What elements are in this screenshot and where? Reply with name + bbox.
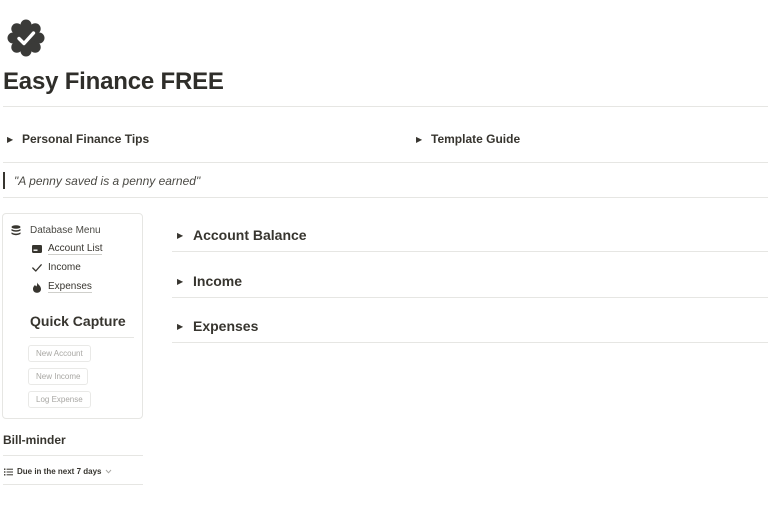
section-divider xyxy=(172,251,768,252)
database-link-account-list[interactable]: Account List xyxy=(32,243,103,255)
quick-capture-title: Quick Capture xyxy=(30,313,126,329)
verified-badge-icon xyxy=(7,19,45,57)
section-label: Income xyxy=(193,273,243,289)
card-icon xyxy=(32,245,42,253)
toggles-divider xyxy=(3,162,768,163)
toggle-personal-finance-tips[interactable]: ▶ Personal Finance Tips xyxy=(7,132,149,146)
new-account-button[interactable]: New Account xyxy=(28,345,91,362)
view-selector-due-next-7-days[interactable]: Due in the next 7 days xyxy=(4,467,112,476)
bill-minder-divider xyxy=(3,455,143,456)
section-toggle-income[interactable]: ▶ Income xyxy=(177,273,242,289)
quote-divider xyxy=(3,197,768,198)
toggle-label: Personal Finance Tips xyxy=(22,132,150,146)
database-menu-label: Database Menu xyxy=(30,225,101,236)
toggle-triangle-icon: ▶ xyxy=(7,134,14,144)
log-expense-button[interactable]: Log Expense xyxy=(28,391,91,408)
toggle-label: Template Guide xyxy=(431,132,521,146)
database-link-label: Account List xyxy=(48,243,103,255)
quick-capture-divider xyxy=(30,337,134,338)
quote-bar xyxy=(3,172,5,189)
toggle-triangle-icon: ▶ xyxy=(177,230,184,240)
checkmark-icon xyxy=(32,263,42,272)
view-label: Due in the next 7 days xyxy=(17,467,102,476)
list-icon xyxy=(4,468,13,475)
title-divider xyxy=(3,106,768,107)
toggle-triangle-icon: ▶ xyxy=(177,321,184,331)
database-menu-heading: Database Menu xyxy=(11,225,101,236)
bill-minder-bottom-divider xyxy=(3,484,143,485)
new-income-button[interactable]: New Income xyxy=(28,368,89,385)
section-label: Expenses xyxy=(193,318,259,334)
section-toggle-expenses[interactable]: ▶ Expenses xyxy=(177,318,258,334)
quote-text: "A penny saved is a penny earned" xyxy=(14,174,201,188)
toggle-triangle-icon: ▶ xyxy=(416,134,423,144)
database-link-expenses[interactable]: Expenses xyxy=(32,281,92,293)
page-title: Easy Finance FREE xyxy=(3,68,224,95)
fire-icon xyxy=(33,282,41,293)
database-link-label: Income xyxy=(48,262,81,273)
toggle-triangle-icon: ▶ xyxy=(177,276,184,286)
section-divider xyxy=(172,342,768,343)
database-link-income[interactable]: Income xyxy=(32,262,81,273)
section-label: Account Balance xyxy=(193,227,307,243)
database-stack-icon xyxy=(11,225,21,236)
database-link-label: Expenses xyxy=(48,281,92,293)
section-toggle-account-balance[interactable]: ▶ Account Balance xyxy=(177,227,307,243)
chevron-down-icon xyxy=(106,469,112,474)
section-divider xyxy=(172,297,768,298)
bill-minder-title: Bill-minder xyxy=(3,433,66,447)
toggle-template-guide[interactable]: ▶ Template Guide xyxy=(416,132,520,146)
